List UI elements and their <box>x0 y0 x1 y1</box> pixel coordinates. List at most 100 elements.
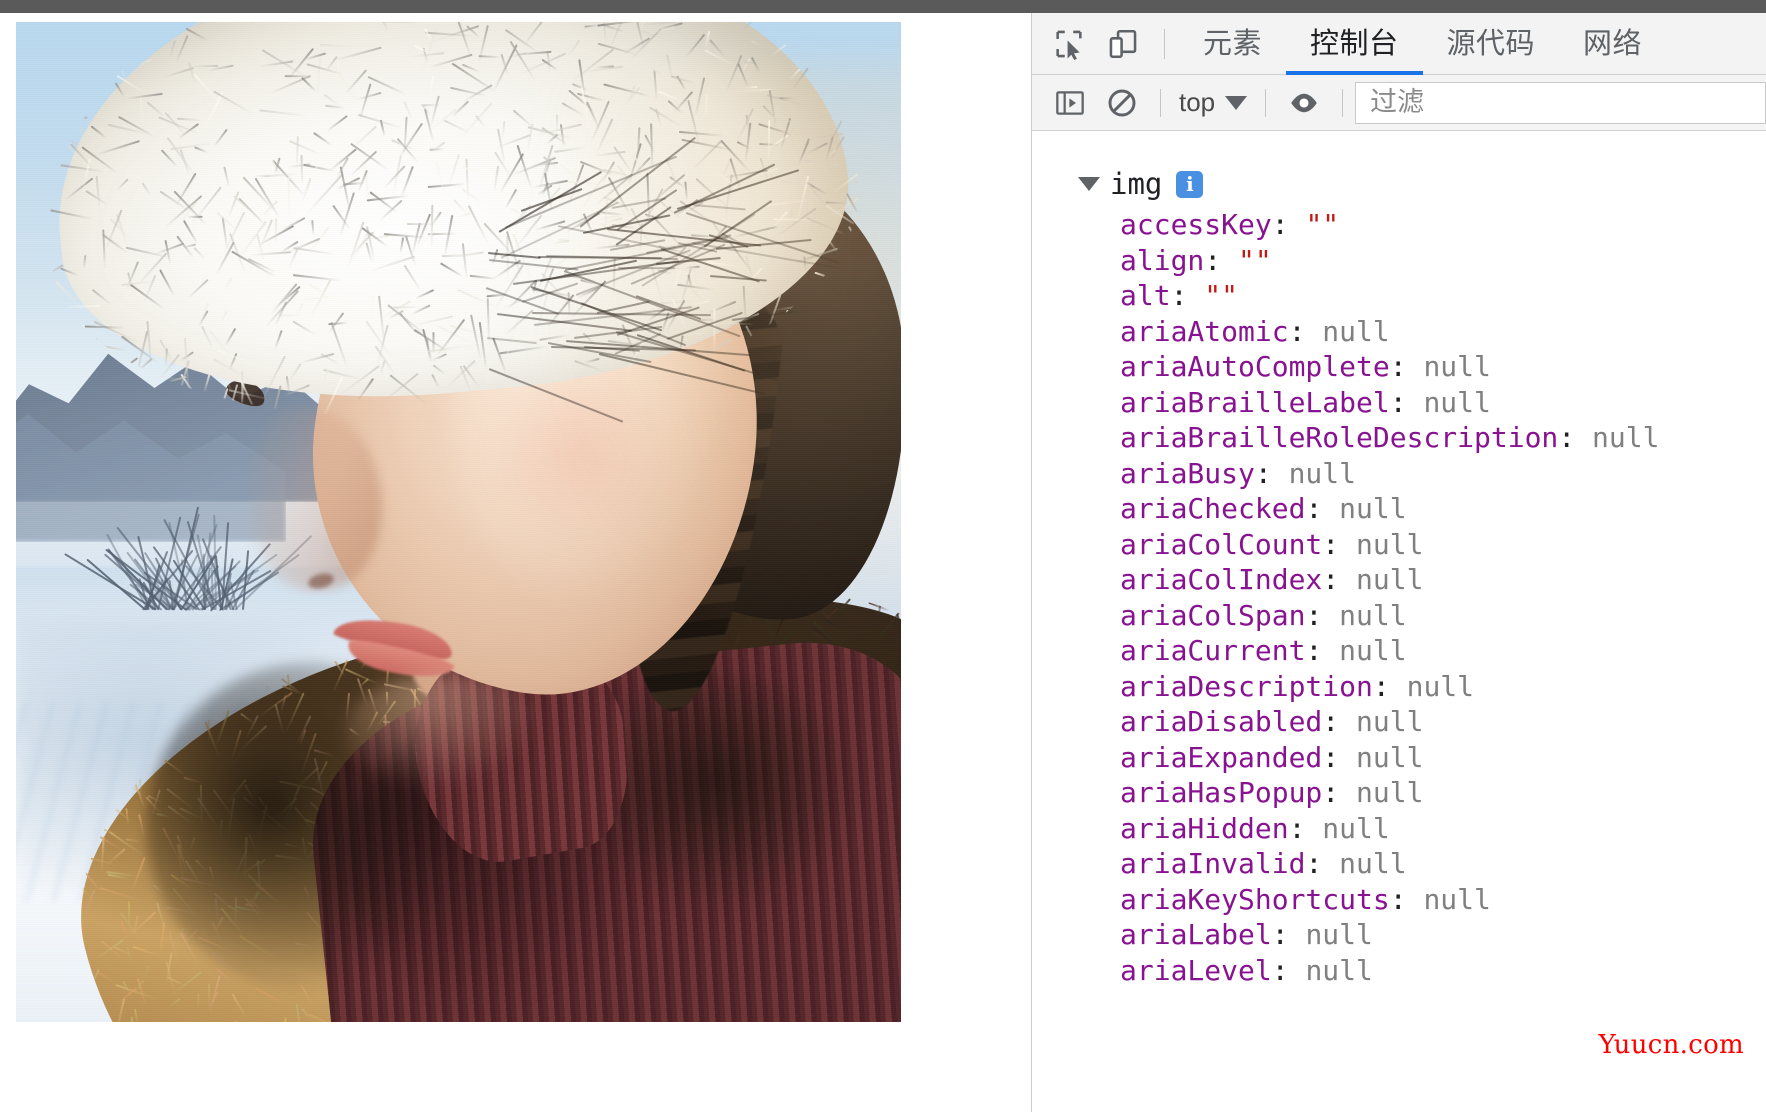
property-value: null <box>1356 528 1423 561</box>
property-key: ariaHasPopup <box>1120 776 1322 809</box>
property-colon: : <box>1322 776 1356 809</box>
property-value: null <box>1322 812 1389 845</box>
property-value: null <box>1423 350 1490 383</box>
property-value: null <box>1592 421 1659 454</box>
property-value: null <box>1339 634 1406 667</box>
property-key: alt <box>1120 279 1171 312</box>
property-value: null <box>1356 563 1423 596</box>
console-property-row: ariaBrailleRoleDescription: null <box>1032 420 1766 456</box>
property-key: ariaColSpan <box>1120 599 1305 632</box>
property-colon: : <box>1272 918 1306 951</box>
photo-canvas <box>16 22 901 1022</box>
property-value: null <box>1423 883 1490 916</box>
property-colon: : <box>1558 421 1592 454</box>
property-colon: : <box>1255 457 1289 490</box>
console-toolbar: top <box>1032 75 1766 131</box>
property-value: null <box>1289 457 1356 490</box>
property-key: align <box>1120 244 1204 277</box>
console-toolbar-divider-2 <box>1265 89 1266 117</box>
property-colon: : <box>1373 670 1407 703</box>
live-expression-eye-icon[interactable] <box>1278 80 1330 126</box>
device-toolbar-icon[interactable] <box>1096 18 1150 70</box>
property-colon: : <box>1204 244 1238 277</box>
property-value: null <box>1356 776 1423 809</box>
console-property-row: ariaInvalid: null <box>1032 846 1766 882</box>
console-toolbar-divider-3 <box>1342 89 1343 117</box>
property-value: null <box>1356 741 1423 774</box>
console-property-row: ariaKeyShortcuts: null <box>1032 882 1766 918</box>
property-colon: : <box>1322 528 1356 561</box>
property-colon: : <box>1305 492 1339 525</box>
console-property-row: ariaAutoComplete: null <box>1032 349 1766 385</box>
browser-chrome-strip <box>0 0 1766 13</box>
property-value: "" <box>1204 279 1238 312</box>
console-property-row: ariaColIndex: null <box>1032 562 1766 598</box>
property-value: null <box>1356 705 1423 738</box>
console-object-name: img <box>1110 167 1162 201</box>
inspect-element-icon[interactable] <box>1042 18 1096 70</box>
property-key: ariaColCount <box>1120 528 1322 561</box>
console-property-row: ariaDisabled: null <box>1032 704 1766 740</box>
console-sidebar-toggle-icon[interactable] <box>1044 80 1096 126</box>
property-value: "" <box>1238 244 1272 277</box>
console-property-row: ariaHidden: null <box>1032 811 1766 847</box>
property-value: null <box>1339 847 1406 880</box>
property-colon: : <box>1322 563 1356 596</box>
property-colon: : <box>1272 954 1306 987</box>
devtools-panel: 元素 控制台 源代码 网络 top 过滤 img i accessKey: ""… <box>1031 13 1766 1112</box>
console-property-row: ariaLabel: null <box>1032 917 1766 953</box>
tab-console[interactable]: 控制台 <box>1286 13 1423 75</box>
property-key: ariaBrailleRoleDescription <box>1120 421 1558 454</box>
property-colon: : <box>1305 847 1339 880</box>
property-key: ariaDisabled <box>1120 705 1322 738</box>
console-property-row: ariaHasPopup: null <box>1032 775 1766 811</box>
devtools-tabbar: 元素 控制台 源代码 网络 <box>1032 13 1766 75</box>
console-property-row: ariaAtomic: null <box>1032 314 1766 350</box>
property-key: ariaAtomic <box>1120 315 1289 348</box>
console-property-row: ariaColCount: null <box>1032 527 1766 563</box>
watermark: Yuucn.com <box>1598 1030 1744 1060</box>
console-filter-input[interactable] <box>1355 82 1766 124</box>
console-property-row: ariaExpanded: null <box>1032 740 1766 776</box>
console-property-row: ariaColSpan: null <box>1032 598 1766 634</box>
property-key: ariaCurrent <box>1120 634 1305 667</box>
tab-network[interactable]: 网络 <box>1559 13 1666 75</box>
console-object-header[interactable]: img i <box>1032 161 1766 207</box>
portrait-photo[interactable] <box>16 22 901 1022</box>
property-colon: : <box>1305 634 1339 667</box>
property-colon: : <box>1322 741 1356 774</box>
console-property-row: accessKey: "" <box>1032 207 1766 243</box>
property-value: null <box>1339 599 1406 632</box>
console-property-row: ariaChecked: null <box>1032 491 1766 527</box>
property-colon: : <box>1390 386 1424 419</box>
property-key: ariaInvalid <box>1120 847 1305 880</box>
expand-triangle-icon[interactable] <box>1078 177 1100 191</box>
photo-winter-shrub <box>116 490 266 610</box>
property-value: "" <box>1305 208 1339 241</box>
console-property-row: ariaDescription: null <box>1032 669 1766 705</box>
clear-console-icon[interactable] <box>1096 80 1148 126</box>
property-value: null <box>1322 315 1389 348</box>
console-output: img i accessKey: "" align: "" alt: "" ariaA… <box>1032 131 1766 1112</box>
info-badge-icon[interactable]: i <box>1176 171 1203 198</box>
property-colon: : <box>1390 883 1424 916</box>
photo-sunlight-glow <box>521 62 901 682</box>
property-colon: : <box>1289 812 1323 845</box>
console-property-row: ariaBrailleLabel: null <box>1032 385 1766 421</box>
web-page-pane <box>0 13 1015 1112</box>
console-property-row: ariaCurrent: null <box>1032 633 1766 669</box>
property-key: ariaLabel <box>1120 918 1272 951</box>
photo-chin <box>346 672 546 792</box>
property-key: ariaDescription <box>1120 670 1373 703</box>
execution-context-selector[interactable]: top <box>1173 87 1253 118</box>
property-colon: : <box>1390 350 1424 383</box>
property-colon: : <box>1289 315 1323 348</box>
property-key: ariaBusy <box>1120 457 1255 490</box>
console-property-row: align: "" <box>1032 243 1766 279</box>
console-property-list: accessKey: "" align: "" alt: "" ariaAtomic:… <box>1032 207 1766 988</box>
property-value: null <box>1423 386 1490 419</box>
property-colon: : <box>1322 705 1356 738</box>
tab-elements[interactable]: 元素 <box>1179 13 1286 75</box>
tab-sources[interactable]: 源代码 <box>1423 13 1560 75</box>
property-key: ariaLevel <box>1120 954 1272 987</box>
